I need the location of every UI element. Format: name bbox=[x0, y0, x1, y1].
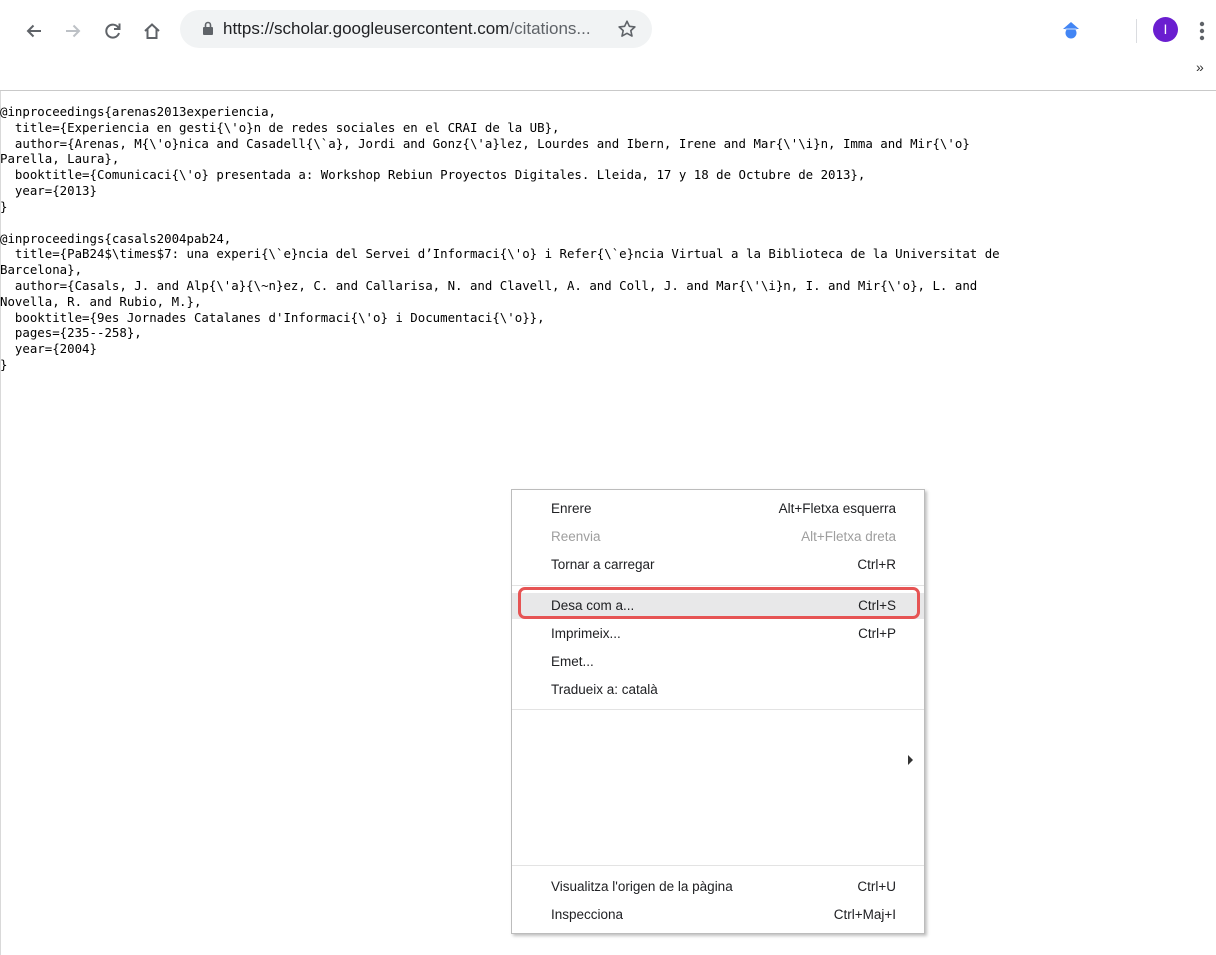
browser-toolbar: https://scholar.googleusercontent.com/ci… bbox=[0, 0, 1216, 75]
home-icon[interactable] bbox=[135, 14, 169, 48]
menu-item-back[interactable]: Enrere Alt+Fletxa esquerra bbox=[512, 496, 924, 522]
bibtex-entry-casals2004: @inproceedings{casals2004pab24, title={P… bbox=[0, 230, 1000, 372]
menu-separator bbox=[512, 585, 924, 586]
menu-item-reload[interactable]: Tornar a carregar Ctrl+R bbox=[512, 552, 924, 578]
more-options-icon[interactable] bbox=[1196, 18, 1208, 44]
menu-item-view-source[interactable]: Visualitza l'origen de la pàgina Ctrl+U bbox=[512, 874, 924, 900]
menu-item-label: Visualitza l'origen de la pàgina bbox=[551, 879, 733, 894]
bibtex-entry-arenas2013: @inproceedings{arenas2013experiencia, ti… bbox=[0, 104, 970, 214]
context-menu: Enrere Alt+Fletxa esquerra Reenvia Alt+F… bbox=[511, 489, 925, 934]
menu-item-label: Reenvia bbox=[551, 529, 601, 544]
menu-item-inspect[interactable]: Inspecciona Ctrl+Maj+I bbox=[512, 902, 924, 928]
menu-item-shortcut: Ctrl+P bbox=[858, 626, 896, 641]
back-arrow-icon[interactable] bbox=[17, 14, 51, 48]
menu-item-shortcut: Alt+Fletxa esquerra bbox=[778, 501, 896, 516]
menu-item-label: Tradueix a: català bbox=[551, 682, 658, 697]
menu-item-translate[interactable]: Tradueix a: català bbox=[512, 677, 924, 703]
menu-item-shortcut: Alt+Fletxa dreta bbox=[801, 529, 896, 544]
menu-item-cast[interactable]: Emet... bbox=[512, 649, 924, 675]
menu-item-print[interactable]: Imprimeix... Ctrl+P bbox=[512, 621, 924, 647]
menu-separator bbox=[512, 709, 924, 710]
menu-item-forward[interactable]: Reenvia Alt+Fletxa dreta bbox=[512, 524, 924, 550]
menu-item-label: Imprimeix... bbox=[551, 626, 621, 641]
lock-icon bbox=[202, 21, 214, 41]
menu-item-shortcut: Ctrl+Maj+I bbox=[833, 907, 896, 922]
reload-icon[interactable] bbox=[96, 14, 130, 48]
menu-item-label: Tornar a carregar bbox=[551, 557, 655, 572]
scholar-extension-icon[interactable] bbox=[1060, 19, 1082, 46]
bookmark-star-icon[interactable] bbox=[617, 19, 637, 44]
bookmarks-overflow-chevron[interactable]: » bbox=[1196, 59, 1204, 75]
address-bar[interactable]: https://scholar.googleusercontent.com/ci… bbox=[180, 10, 652, 48]
toolbar-divider bbox=[0, 90, 1216, 91]
url-text: https://scholar.googleusercontent.com/ci… bbox=[223, 10, 591, 48]
menu-separator bbox=[512, 865, 924, 866]
url-host: https://scholar.googleusercontent.com bbox=[223, 19, 510, 38]
submenu-arrow-icon[interactable] bbox=[908, 755, 913, 765]
toolbar-separator bbox=[1136, 19, 1137, 43]
menu-item-shortcut: Ctrl+U bbox=[857, 879, 896, 894]
url-path: /citations... bbox=[509, 19, 591, 38]
forward-arrow-icon[interactable] bbox=[56, 14, 90, 48]
highlight-annotation-box bbox=[518, 587, 920, 619]
profile-avatar[interactable]: I bbox=[1153, 17, 1178, 42]
menu-item-label: Inspecciona bbox=[551, 907, 624, 922]
menu-item-label: Emet... bbox=[551, 654, 594, 669]
menu-item-label: Enrere bbox=[551, 501, 592, 516]
page-content: @inproceedings{arenas2013experiencia, ti… bbox=[0, 104, 1200, 373]
menu-item-shortcut: Ctrl+R bbox=[857, 557, 896, 572]
